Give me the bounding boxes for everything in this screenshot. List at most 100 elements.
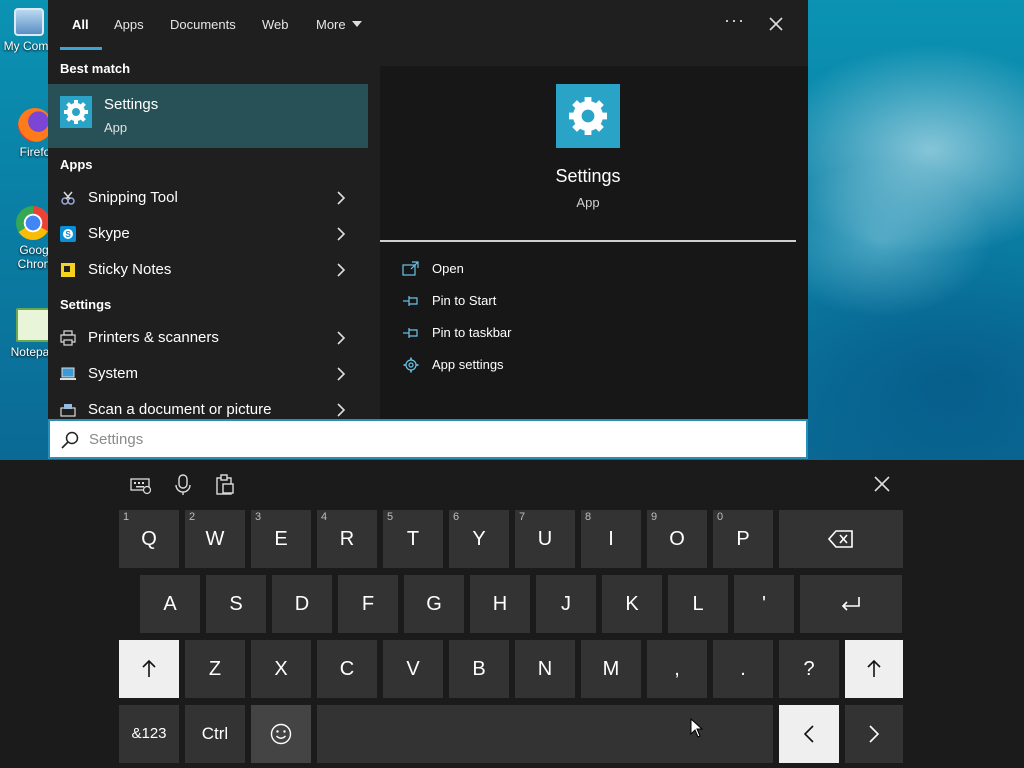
key-left-arrow[interactable] xyxy=(779,705,839,763)
key-p[interactable]: 0P xyxy=(713,510,773,568)
key-hint: 6 xyxy=(453,511,460,523)
key-symbols[interactable]: &123 xyxy=(119,705,179,763)
key-label: R xyxy=(339,528,355,550)
app-item-sticky-notes[interactable]: Sticky Notes xyxy=(48,252,368,288)
desktop-icon-chrome[interactable]: Goog Chron xyxy=(0,206,52,271)
search-input[interactable] xyxy=(89,428,689,450)
key-shift-right[interactable] xyxy=(845,640,903,698)
key-s[interactable]: S xyxy=(206,575,266,633)
action-label: Pin to Start xyxy=(432,293,497,308)
tab-apps[interactable]: Apps xyxy=(114,0,144,50)
action-pin-to-start[interactable]: Pin to Start xyxy=(402,290,702,314)
key-n[interactable]: N xyxy=(515,640,575,698)
action-label: Pin to taskbar xyxy=(432,325,512,340)
keyboard-settings-icon[interactable] xyxy=(130,474,152,496)
key-d[interactable]: D xyxy=(272,575,332,633)
key-label: T xyxy=(406,528,420,550)
key-r[interactable]: 4R xyxy=(317,510,377,568)
key-q[interactable]: 1Q xyxy=(119,510,179,568)
key-label: W xyxy=(205,528,225,550)
app-item-label: Skype xyxy=(88,225,130,242)
desktop-icon-my-computer[interactable]: My Com xyxy=(0,8,52,53)
settings-item-scan-document[interactable]: Scan a document or picture xyxy=(48,392,368,419)
key-o[interactable]: 9O xyxy=(647,510,707,568)
key-hint: 4 xyxy=(321,511,328,523)
settings-item-label: Scan a document or picture xyxy=(88,401,272,418)
key-u[interactable]: 7U xyxy=(515,510,575,568)
key-ctrl[interactable]: Ctrl xyxy=(185,705,245,763)
key-g[interactable]: G xyxy=(404,575,464,633)
tab-web[interactable]: Web xyxy=(262,0,289,50)
key-l[interactable]: L xyxy=(668,575,728,633)
key-label: I xyxy=(608,528,614,550)
key-v[interactable]: V xyxy=(383,640,443,698)
key-hint: 7 xyxy=(519,511,526,523)
tab-documents[interactable]: Documents xyxy=(170,0,236,50)
app-item-skype[interactable]: S Skype xyxy=(48,216,368,252)
tab-all[interactable]: All xyxy=(72,0,89,50)
settings-heading: Settings xyxy=(60,297,112,312)
desktop-icon-label: Goog xyxy=(19,243,49,257)
key-c[interactable]: C xyxy=(317,640,377,698)
chevron-right-icon[interactable] xyxy=(336,403,346,417)
key-f[interactable]: F xyxy=(338,575,398,633)
action-pin-to-taskbar[interactable]: Pin to taskbar xyxy=(402,322,702,346)
key-question[interactable]: ? xyxy=(779,640,839,698)
desktop-icon-label: My Com xyxy=(3,39,49,53)
key-a[interactable]: A xyxy=(140,575,200,633)
search-tabs-bar: All Apps Documents Web More ··· xyxy=(48,0,808,52)
close-icon[interactable] xyxy=(766,14,786,34)
chevron-right-icon[interactable] xyxy=(336,331,346,345)
key-t[interactable]: 5T xyxy=(383,510,443,568)
settings-item-system[interactable]: System xyxy=(48,356,368,392)
key-h[interactable]: H xyxy=(470,575,530,633)
chevron-right-icon[interactable] xyxy=(336,263,346,277)
chevron-right-icon[interactable] xyxy=(336,191,346,205)
key-x[interactable]: X xyxy=(251,640,311,698)
key-comma[interactable]: , xyxy=(647,640,707,698)
desktop-icon-firefox[interactable]: Firefo xyxy=(0,108,52,159)
key-backspace[interactable] xyxy=(779,510,903,568)
key-w[interactable]: 2W xyxy=(185,510,245,568)
key-right-arrow[interactable] xyxy=(845,705,903,763)
key-k[interactable]: K xyxy=(602,575,662,633)
key-i[interactable]: 8I xyxy=(581,510,641,568)
best-match-item[interactable]: Settings App xyxy=(48,84,368,148)
app-item-snipping-tool[interactable]: Snipping Tool xyxy=(48,180,368,216)
key-z[interactable]: Z xyxy=(185,640,245,698)
key-b[interactable]: B xyxy=(449,640,509,698)
sticky-notes-icon xyxy=(61,263,75,277)
clipboard-icon[interactable] xyxy=(214,474,236,496)
chrome-icon xyxy=(16,206,50,240)
key-m[interactable]: M xyxy=(581,640,641,698)
settings-item-printers-scanners[interactable]: Printers & scanners xyxy=(48,320,368,356)
key-space[interactable] xyxy=(317,705,773,763)
microphone-icon[interactable] xyxy=(172,474,194,496)
key-j[interactable]: J xyxy=(536,575,596,633)
key-emoji[interactable] xyxy=(251,705,311,763)
preview-title: Settings xyxy=(555,166,621,186)
chevron-right-icon[interactable] xyxy=(336,227,346,241)
key-enter[interactable] xyxy=(800,575,902,633)
action-app-settings[interactable]: App settings xyxy=(402,354,702,378)
action-open[interactable]: Open xyxy=(402,258,702,282)
pin-icon xyxy=(403,328,418,338)
search-box[interactable] xyxy=(48,419,808,459)
chevron-down-icon xyxy=(351,21,362,27)
emoji-icon xyxy=(270,723,292,745)
more-options-icon[interactable]: ··· xyxy=(724,10,745,31)
key-hint: 8 xyxy=(585,511,592,523)
key-y[interactable]: 6Y xyxy=(449,510,509,568)
search-panel: All Apps Documents Web More ··· Best mat… xyxy=(48,0,808,419)
tab-more[interactable]: More xyxy=(316,0,362,50)
settings-item-label: Printers & scanners xyxy=(88,329,219,346)
key-shift-left[interactable] xyxy=(119,640,179,698)
close-keyboard-icon[interactable] xyxy=(872,474,892,494)
key-apostrophe[interactable]: ' xyxy=(734,575,794,633)
key-e[interactable]: 3E xyxy=(251,510,311,568)
desktop-icon-notepad[interactable]: Notepa xyxy=(0,308,52,359)
chevron-right-icon[interactable] xyxy=(336,367,346,381)
preview-pane: Settings App Open Pin to Start Pin to ta… xyxy=(380,66,808,419)
best-match-heading: Best match xyxy=(60,61,131,76)
key-period[interactable]: . xyxy=(713,640,773,698)
